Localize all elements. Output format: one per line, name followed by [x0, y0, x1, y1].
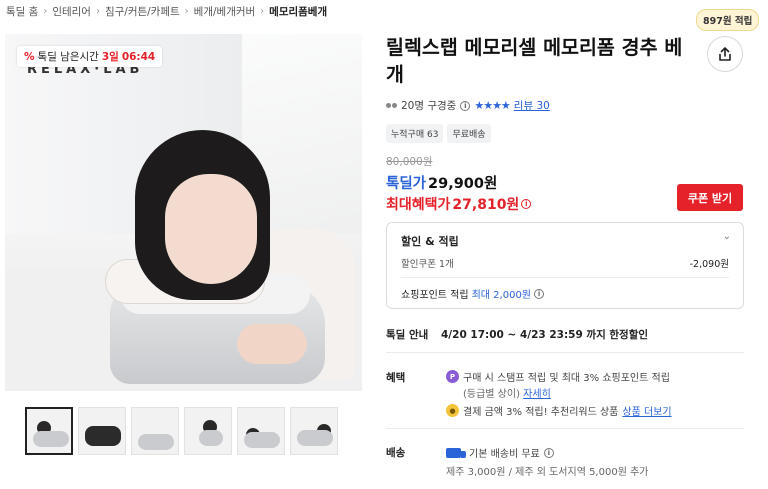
deal-price-label: 톡딜가	[386, 176, 427, 192]
max-price-label: 최대혜택가	[386, 197, 451, 213]
thumbnail-2[interactable]	[78, 407, 126, 455]
tag-free-shipping: 무료배송	[447, 124, 491, 143]
shipping-label: 배송	[386, 447, 406, 459]
shopping-points-row: 쇼핑포인트 적립 최대 2,000원 i	[401, 286, 545, 301]
deal-timer-days: 3일	[101, 51, 119, 63]
coin-icon: ●	[446, 404, 459, 417]
product-title: 릴렉스랩 메모리셀 메모리폼 경추 베개	[386, 36, 683, 86]
viewer-count: 20명 구경중	[401, 100, 457, 112]
max-benefit-price: 최대혜택가 27,810원 i	[386, 194, 532, 214]
breadcrumb: 톡딜 홈 › 인테리어 › 침구/커튼/카페트 › 베개/베개커버 › 메모리폼…	[6, 4, 327, 19]
deal-info-value: 4/20 17:00 ~ 4/23 23:59 까지 한정할인	[441, 329, 649, 341]
deal-price: 톡딜가 29,900원	[386, 172, 497, 193]
chevron-down-icon[interactable]: ⌄	[723, 231, 731, 242]
thumbnail-4[interactable]	[184, 407, 232, 455]
thumbnail-strip	[25, 407, 338, 455]
review-link[interactable]: 리뷰 30	[514, 98, 550, 113]
deal-timer-label: 톡딜 남은시간	[37, 51, 99, 63]
coupon-amount: -2,090원	[689, 259, 729, 270]
info-icon[interactable]: i	[460, 100, 471, 111]
product-main-image[interactable]: RELAX·LAB % 톡딜 남은시간 3일 06:44	[5, 34, 362, 391]
deal-timer-badge: % 톡딜 남은시간 3일 06:44	[17, 46, 163, 67]
coupon-label: 할인쿠폰 1개	[401, 259, 454, 270]
deal-percent-icon: %	[24, 50, 35, 63]
info-icon[interactable]: i	[534, 288, 545, 299]
benefit-reward-text: 결제 금액 3% 적립! 추천리워드 상품	[463, 407, 619, 418]
more-products-link[interactable]: 상품 더보기	[622, 403, 671, 418]
product-tags: 누적구매 63 무료배송	[386, 124, 491, 143]
thumbnail-6[interactable]	[290, 407, 338, 455]
chevron-right-icon: ›	[260, 6, 265, 17]
benefit-stamp-sub: (등급별 상이) 자세히	[463, 385, 551, 400]
breadcrumb-item-pillow[interactable]: 베개/베개커버	[194, 4, 256, 19]
benefit-stamp-text: 구매 시 스탬프 적립 및 최대 3% 쇼핑포인트 적립	[463, 373, 670, 384]
rating-stars: ★★★★	[474, 99, 510, 112]
discount-panel-title: 할인 & 적립	[401, 235, 459, 248]
chevron-right-icon: ›	[43, 6, 48, 17]
benefit-detail-link[interactable]: 자세히	[523, 389, 551, 400]
deal-info-label: 톡딜 안내	[386, 329, 429, 341]
deal-timer-time: 06:44	[121, 50, 156, 63]
image-figure-hand	[237, 324, 307, 364]
thumbnail-5[interactable]	[237, 407, 285, 455]
tag-purchase-count: 누적구매 63	[386, 124, 444, 143]
thumbnail-1[interactable]	[25, 407, 73, 455]
benefit-stamp-line: P 구매 시 스탬프 적립 및 최대 3% 쇼핑포인트 적립	[446, 369, 670, 384]
share-button[interactable]	[707, 36, 743, 72]
divider	[386, 352, 744, 353]
thumbnail-3[interactable]	[131, 407, 179, 455]
benefit-reward-line: ● 결제 금액 3% 적립! 추천리워드 상품 상품 더보기	[446, 403, 672, 418]
share-icon	[719, 47, 731, 61]
info-icon[interactable]: i	[543, 447, 554, 458]
shopping-points-value: 최대 2,000원	[471, 290, 532, 301]
points-badge: 897원 적립	[696, 9, 760, 31]
benefit-grade-note: (등급별 상이)	[463, 389, 520, 400]
divider	[386, 428, 744, 429]
benefit-label: 혜택	[386, 372, 406, 384]
coupon-button[interactable]: 쿠폰 받기	[677, 184, 743, 211]
chevron-right-icon: ›	[95, 6, 100, 17]
deal-price-value: 29,900원	[428, 176, 498, 192]
discount-points-panel[interactable]: 할인 & 적립 ⌄ 할인쿠폰 1개 -2,090원 쇼핑포인트 적립 최대 2,…	[386, 222, 744, 309]
shipping-text: 기본 배송비 무료	[469, 449, 540, 460]
shipping-extra: 제주 3,000원 / 제주 외 도서지역 5,000원 추가	[446, 467, 649, 478]
truck-icon	[446, 447, 466, 458]
points-icon: P	[446, 370, 459, 383]
viewer-avatars-icon	[386, 103, 397, 108]
rating-row: 20명 구경중 i ★★★★ 리뷰 30	[386, 98, 550, 113]
breadcrumb-item-interior[interactable]: 인테리어	[52, 4, 91, 19]
info-icon[interactable]: i	[521, 199, 532, 209]
divider	[401, 277, 729, 278]
max-price-value: 27,810원	[452, 197, 520, 213]
image-figure-face	[165, 174, 257, 284]
chevron-right-icon: ›	[184, 6, 189, 17]
breadcrumb-item-home[interactable]: 톡딜 홈	[6, 4, 38, 19]
original-price: 80,000원	[386, 156, 433, 168]
breadcrumb-item-bedding[interactable]: 침구/커튼/카페트	[105, 4, 180, 19]
shopping-points-label: 쇼핑포인트 적립	[401, 290, 469, 301]
coupon-row: 할인쿠폰 1개 -2,090원	[401, 256, 729, 270]
breadcrumb-item-current[interactable]: 메모리폼베개	[269, 4, 327, 19]
shipping-line: 기본 배송비 무료 i	[446, 445, 554, 460]
